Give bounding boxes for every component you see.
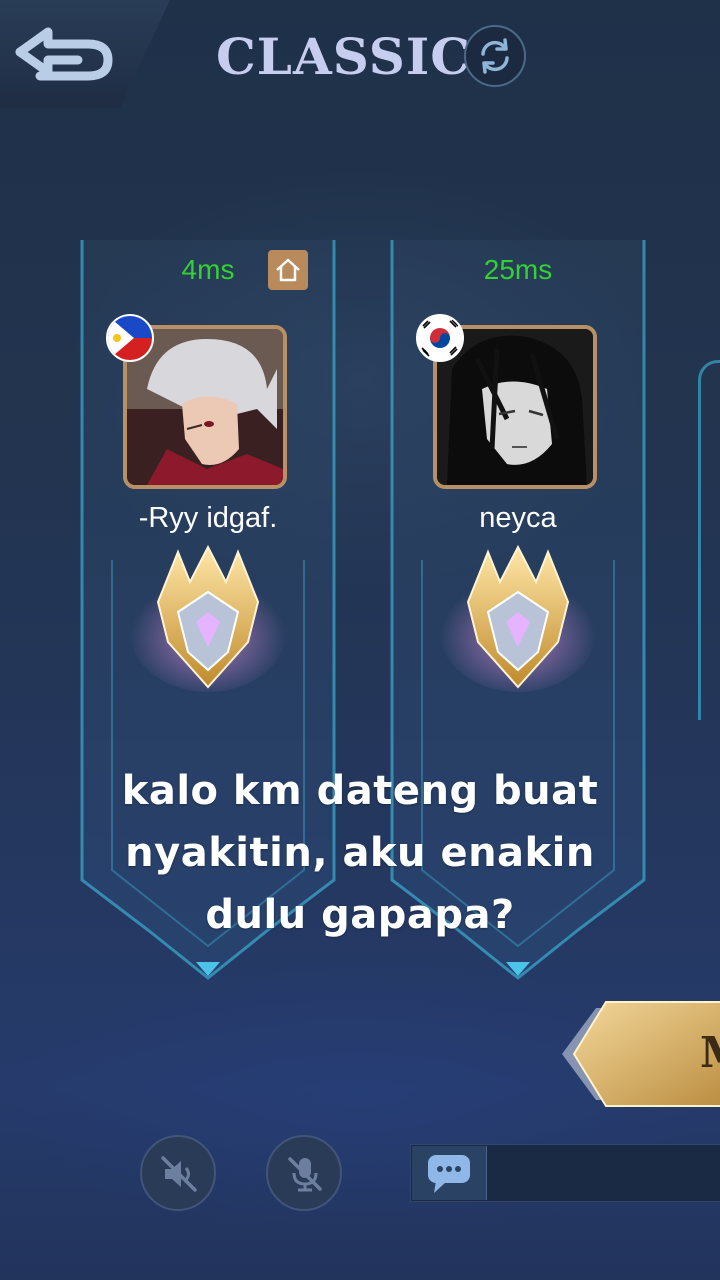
caption-line: dulu gapapa? <box>205 892 515 938</box>
avatar-image <box>437 329 593 485</box>
caption-line: kalo km dateng buat <box>121 768 599 814</box>
start-match-button[interactable] <box>562 998 720 1110</box>
page-title: CLASSIC <box>216 27 472 86</box>
ping-label: 25ms <box>483 254 553 285</box>
speaker-muted-icon <box>161 1156 197 1192</box>
speaker-toggle-button[interactable] <box>140 1135 216 1211</box>
philippines-flag-icon <box>106 314 154 362</box>
home-icon <box>276 258 300 282</box>
mic-muted-icon <box>288 1157 322 1192</box>
start-button-label: M <box>700 1028 720 1077</box>
caption-line: nyakitin, aku enakin <box>125 830 595 876</box>
mythic-rank-emblem <box>440 544 596 692</box>
chat-button[interactable] <box>412 1146 487 1200</box>
avatar-image <box>127 329 283 485</box>
mythic-rank-emblem <box>130 544 286 692</box>
host-badge <box>268 250 308 290</box>
back-arrow-icon <box>15 27 113 81</box>
video-caption: kalo km dateng buat nyakitin, aku enakin… <box>80 760 640 946</box>
refresh-icon <box>481 38 509 74</box>
refresh-button[interactable] <box>464 25 526 87</box>
chat-bubble-icon <box>428 1155 470 1193</box>
next-card-edge <box>698 360 720 720</box>
south-korea-flag-icon <box>416 314 464 362</box>
player-name: neyca <box>479 502 557 534</box>
mic-toggle-button[interactable] <box>266 1135 342 1211</box>
player-name: -Ryy idgaf. <box>138 502 278 534</box>
